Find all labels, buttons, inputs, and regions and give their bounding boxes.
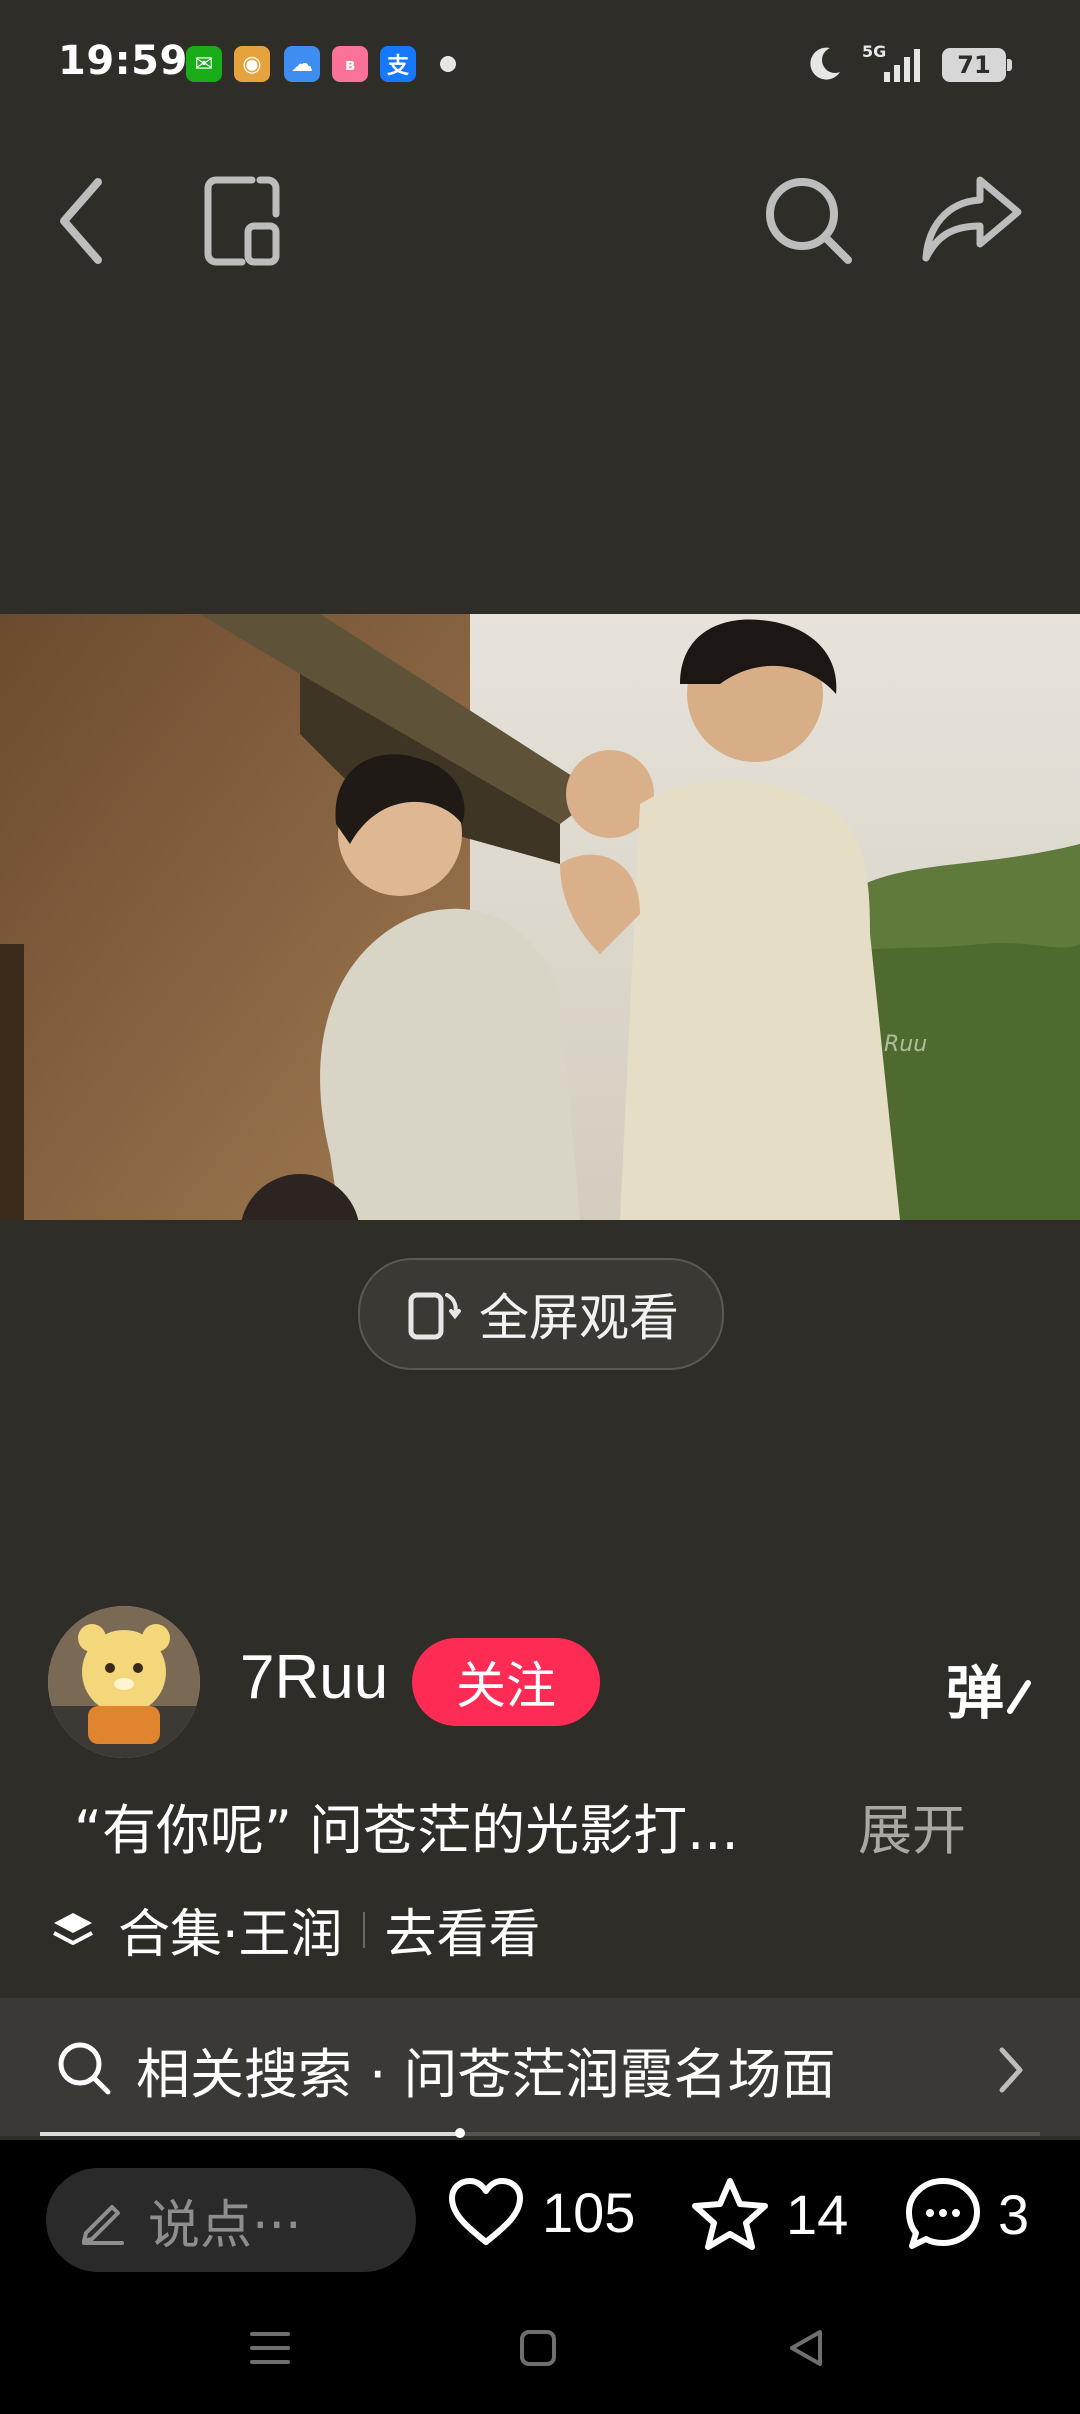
chevron-right-icon[interactable]: [996, 2044, 1026, 2096]
star-icon: [692, 2178, 768, 2250]
back-key-icon[interactable]: [784, 2326, 828, 2370]
fullscreen-button[interactable]: 全屏观看: [358, 1258, 724, 1370]
video-player[interactable]: Ruu: [0, 614, 1080, 1220]
favorite-count: 14: [786, 2182, 849, 2246]
progress-handle[interactable]: [455, 2128, 465, 2138]
pencil-icon: [82, 2205, 124, 2245]
search-icon[interactable]: [762, 174, 856, 268]
author-avatar[interactable]: [48, 1606, 200, 1758]
expand-button[interactable]: 展开: [858, 1786, 966, 1865]
related-search-text[interactable]: 相关搜索 · 问苍茫润霞名场面: [136, 2030, 836, 2109]
bilibili-icon: ʙ: [332, 46, 368, 82]
battery-indicator: 71: [942, 48, 1012, 82]
fullscreen-label: 全屏观看: [479, 1289, 679, 1347]
search-icon: [58, 2042, 111, 2095]
heart-icon: [449, 2178, 523, 2245]
like-count: 105: [542, 2180, 636, 2244]
follow-button[interactable]: 关注: [412, 1638, 600, 1726]
comment-placeholder: 说点···: [148, 2195, 302, 2256]
weibo-icon: ◉: [234, 46, 270, 82]
menu-key-icon[interactable]: [248, 2326, 292, 2370]
back-icon[interactable]: [54, 176, 114, 266]
comment-bubble-icon: [906, 2178, 980, 2249]
danmaku-label: 弹: [946, 1659, 1005, 1727]
notification-dot: [440, 56, 456, 72]
video-description[interactable]: “有你呢” 问苍茫的光影打...: [74, 1786, 739, 1865]
comment-count: 3: [998, 2182, 1030, 2246]
wechat-icon: ✉: [186, 46, 222, 82]
video-watermark: Ruu: [884, 1032, 928, 1057]
rotate-screen-icon: [408, 1292, 461, 1340]
author-name[interactable]: 7Ruu: [240, 1642, 388, 1713]
share-icon[interactable]: [920, 172, 1024, 268]
alipay-icon: 支: [380, 46, 416, 82]
status-time: 19:59: [58, 38, 188, 84]
collection-label: 合集·王润: [118, 1905, 343, 1965]
home-key-icon[interactable]: [516, 2326, 560, 2370]
comment-button[interactable]: 3: [904, 2176, 1029, 2252]
floating-window-icon[interactable]: [202, 174, 282, 268]
progress-fill: [40, 2132, 460, 2136]
weather-icon: ☁: [284, 46, 320, 82]
layers-icon: [53, 1912, 93, 1945]
moon-icon: [810, 47, 840, 80]
like-button[interactable]: 105: [446, 2176, 635, 2248]
danmaku-toggle-button[interactable]: 弹: [946, 1646, 1034, 1730]
collection-row[interactable]: 合集·王润 去看看: [50, 1892, 541, 1967]
collection-divider: [362, 1911, 365, 1948]
signal-icon: [884, 49, 920, 82]
comment-input[interactable]: 说点···: [46, 2168, 416, 2272]
danmaku-slash-icon: [1007, 1680, 1032, 1714]
favorite-button[interactable]: 14: [690, 2176, 848, 2252]
collection-go-link[interactable]: 去看看: [385, 1892, 541, 1967]
